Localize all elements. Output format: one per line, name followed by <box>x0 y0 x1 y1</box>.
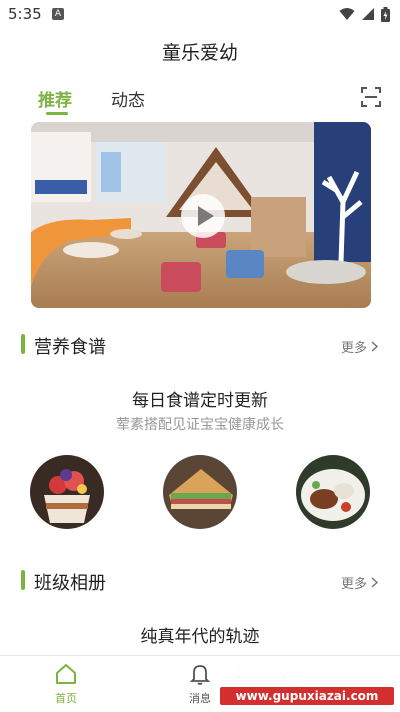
video-banner[interactable] <box>31 122 371 308</box>
wifi-icon <box>339 8 355 20</box>
scan-icon[interactable] <box>360 86 382 108</box>
album-more-link[interactable]: 更多 <box>341 573 378 592</box>
status-icons <box>339 6 390 22</box>
play-icon <box>198 206 214 226</box>
watermark-text: 谷普软件园 <box>218 662 343 691</box>
more-label: 更多 <box>340 577 367 592</box>
rice-dish-image <box>296 455 370 529</box>
recipes-headline: 每日食谱定时更新 <box>132 391 268 411</box>
signal-icon <box>362 8 374 20</box>
dessert-image <box>30 455 104 529</box>
tab-dynamic[interactable]: 动态 <box>111 86 145 111</box>
recipes-section-title: 营养食谱 <box>34 337 106 358</box>
page-title: 童乐爱幼 <box>161 42 238 64</box>
status-time: 5:35 <box>8 5 42 23</box>
status-bar: 5:35 A <box>0 0 400 28</box>
home-icon <box>56 664 76 684</box>
tab-active-indicator <box>46 112 68 115</box>
album-headline: 纯真年代的轨迹 <box>140 627 260 647</box>
chevron-right-icon <box>371 341 378 352</box>
section-marker <box>21 570 25 590</box>
recipe-image-dessert[interactable] <box>30 455 104 529</box>
nav-item-home[interactable]: 首页 <box>26 656 106 712</box>
chevron-right-icon <box>371 577 378 588</box>
sandwich-image <box>163 455 237 529</box>
notification-badge-icon: A <box>52 8 64 20</box>
recipes-subline: 荤素搭配见证宝宝健康成长 <box>116 417 284 433</box>
nav-label-home: 首页 <box>55 692 77 705</box>
recipe-image-rice-dish[interactable] <box>296 455 370 529</box>
recipes-more-link[interactable]: 更多 <box>341 337 378 356</box>
more-label: 更多 <box>340 341 367 356</box>
section-marker <box>21 334 25 354</box>
bell-icon <box>189 665 211 685</box>
watermark-logo: 谷普软件园 www.gupuxiazai.com <box>218 656 396 708</box>
album-section-title: 班级相册 <box>34 573 106 594</box>
play-button[interactable] <box>181 194 225 238</box>
tab-recommend[interactable]: 推荐 <box>38 86 72 111</box>
recipe-image-sandwich[interactable] <box>163 455 237 529</box>
watermark-url: www.gupuxiazai.com <box>220 687 394 705</box>
battery-icon <box>381 6 390 22</box>
